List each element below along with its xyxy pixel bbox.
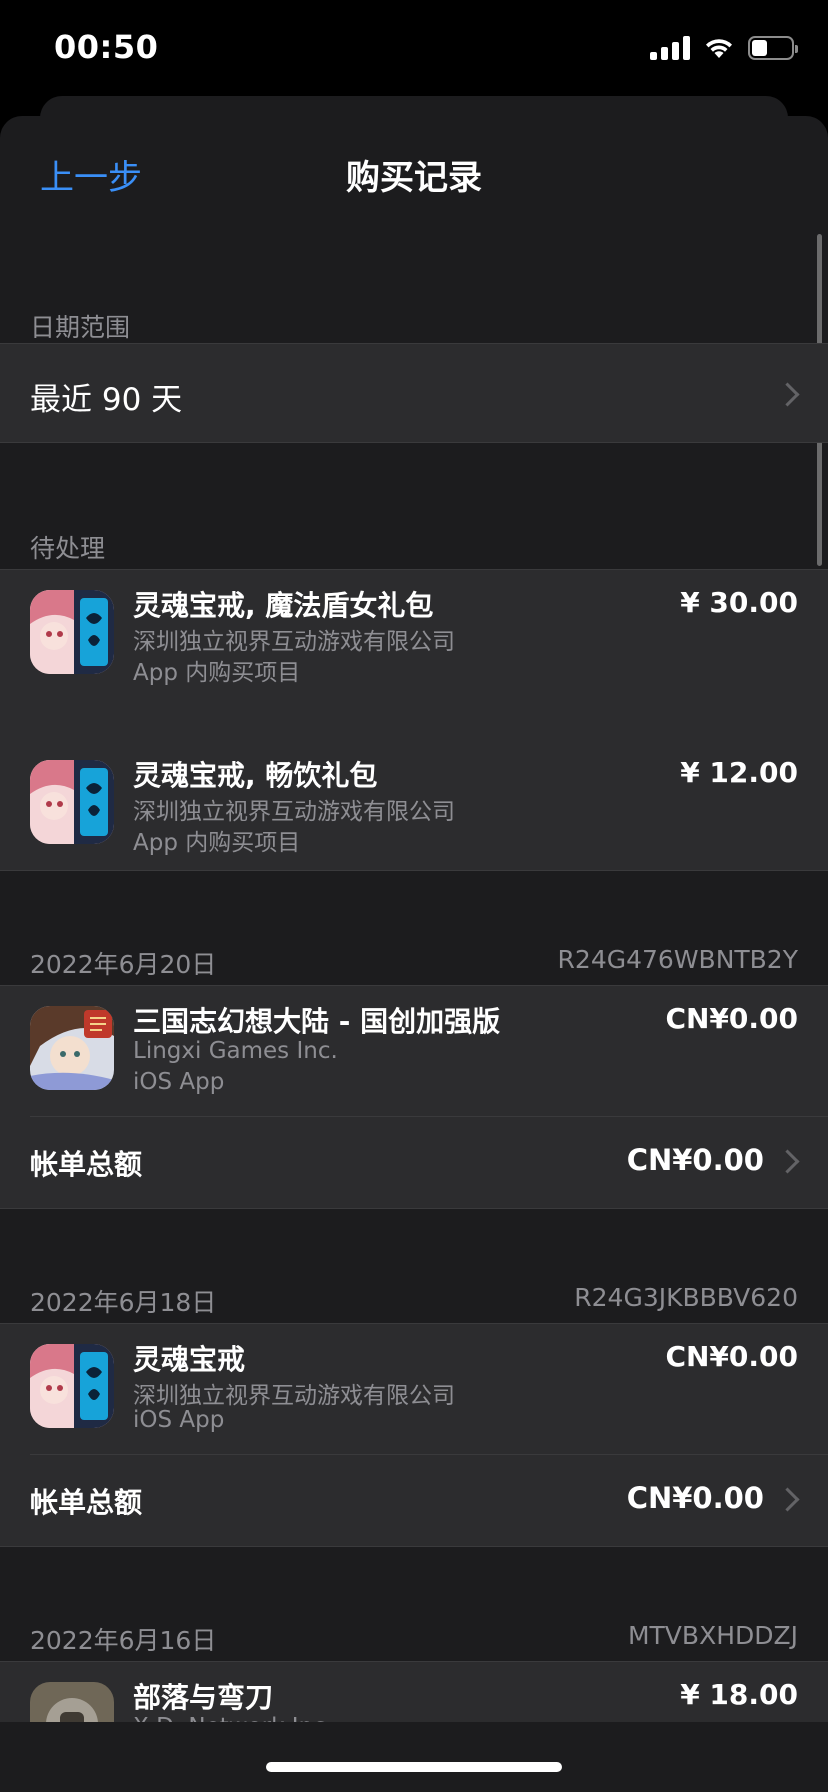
list-item[interactable]: 灵魂宝戒 深圳独立视界互动游戏有限公司 iOS App CN¥0.00	[0, 1324, 828, 1454]
order-group: 灵魂宝戒 深圳独立视界互动游戏有限公司 iOS App CN¥0.00 帐单总额…	[0, 1323, 828, 1547]
item-price: CN¥0.00	[665, 1340, 798, 1373]
chevron-right-icon	[775, 382, 800, 407]
battery-icon	[748, 36, 798, 60]
page-title: 购买记录	[346, 158, 482, 198]
bill-total-row[interactable]: 帐单总额 CN¥0.00	[0, 1117, 828, 1208]
item-title: 灵魂宝戒, 畅饮礼包	[133, 759, 378, 792]
battery-level	[752, 40, 768, 56]
item-developer: 深圳独立视界互动游戏有限公司	[133, 1383, 455, 1409]
purchase-history-sheet[interactable]: 上一步 购买记录 日期范围 最近 90 天 待处理 灵魂宝戒, 魔法盾女礼包 深…	[0, 116, 828, 1792]
item-developer: 深圳独立视界互动游戏有限公司	[133, 799, 455, 825]
order-id: R24G476WBNTB2Y	[557, 945, 798, 974]
bill-total-label: 帐单总额	[30, 1486, 143, 1519]
soul-ring-app-icon	[30, 760, 114, 844]
bill-total-value: CN¥0.00	[626, 1143, 764, 1177]
order-date: 2022年6月18日	[30, 1288, 217, 1317]
bill-total-label: 帐单总额	[30, 1148, 143, 1181]
list-item[interactable]: 灵魂宝戒, 畅饮礼包 深圳独立视界互动游戏有限公司 App 内购买项目 ¥ 12…	[0, 740, 828, 890]
soul-ring-app-icon	[30, 590, 114, 674]
item-title: 灵魂宝戒	[133, 1343, 246, 1376]
bill-total-value: CN¥0.00	[626, 1481, 764, 1515]
three-kingdoms-app-icon	[30, 1006, 114, 1090]
chevron-right-icon	[775, 1487, 800, 1512]
bottom-safe-area	[0, 1722, 828, 1792]
bill-total-row[interactable]: 帐单总额 CN¥0.00	[0, 1455, 828, 1546]
order-date: 2022年6月16日	[30, 1626, 217, 1655]
list-item[interactable]: 三国志幻想大陆 - 国创加强版 Lingxi Games Inc. iOS Ap…	[0, 986, 828, 1116]
date-range-value: 最近 90 天	[30, 382, 183, 418]
soul-ring-app-icon	[30, 1344, 114, 1428]
pending-group: 灵魂宝戒, 魔法盾女礼包 深圳独立视界互动游戏有限公司 App 内购买项目 ¥ …	[0, 569, 828, 871]
home-indicator[interactable]	[266, 1762, 562, 1772]
list-item[interactable]: 灵魂宝戒, 魔法盾女礼包 深圳独立视界互动游戏有限公司 App 内购买项目 ¥ …	[0, 570, 828, 720]
item-price: ¥ 30.00	[680, 586, 798, 619]
status-time: 00:50	[54, 28, 159, 66]
wifi-icon	[706, 39, 732, 58]
section-header-date-range: 日期范围	[30, 313, 131, 342]
date-range-group: 最近 90 天	[0, 343, 828, 443]
item-type: iOS App	[133, 1069, 225, 1095]
item-price: CN¥0.00	[665, 1002, 798, 1035]
order-date: 2022年6月20日	[30, 950, 217, 979]
date-range-row[interactable]: 最近 90 天	[0, 344, 828, 442]
item-type: iOS App	[133, 1407, 225, 1433]
item-title: 部落与弯刀	[133, 1681, 274, 1714]
item-type: App 内购买项目	[133, 660, 301, 686]
item-type: App 内购买项目	[133, 830, 301, 856]
item-title: 灵魂宝戒, 魔法盾女礼包	[133, 589, 434, 622]
status-bar: 00:50	[0, 0, 828, 96]
status-icons	[650, 36, 798, 60]
order-id: R24G3JKBBBV620	[574, 1283, 798, 1312]
item-developer: Lingxi Games Inc.	[133, 1038, 338, 1064]
navigation-bar: 上一步 购买记录	[0, 116, 828, 228]
order-id: MTVBXHDDZJ	[627, 1621, 798, 1650]
order-group: 三国志幻想大陆 - 国创加强版 Lingxi Games Inc. iOS Ap…	[0, 985, 828, 1209]
item-title: 三国志幻想大陆 - 国创加强版	[133, 1005, 501, 1038]
item-developer: 深圳独立视界互动游戏有限公司	[133, 629, 455, 655]
section-header-pending: 待处理	[30, 534, 106, 563]
cellular-signal-icon	[650, 36, 690, 60]
chevron-right-icon	[775, 1149, 800, 1174]
item-price: ¥ 18.00	[680, 1678, 798, 1711]
item-price: ¥ 12.00	[680, 756, 798, 789]
